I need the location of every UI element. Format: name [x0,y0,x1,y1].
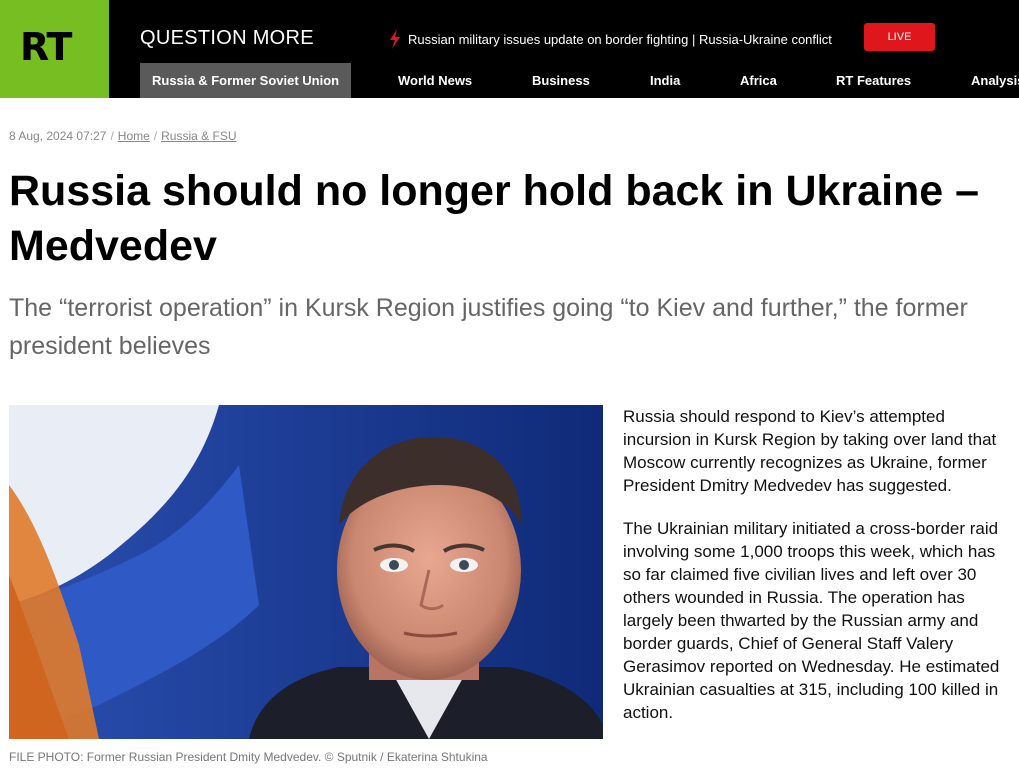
nav-item-africa[interactable]: Africa [740,63,777,98]
logo-text: RT [20,25,72,69]
nav-item-world-news[interactable]: World News [398,63,472,98]
article-photo[interactable] [9,405,603,739]
medvedev-photo [9,405,603,739]
nav-item-rt-features[interactable]: RT Features [836,63,911,98]
site-header: RT QUESTION MORE Russian military issues… [0,0,1019,98]
nav-item-russia-fsu[interactable]: Russia & Former Soviet Union [140,63,352,98]
nav-item-analysis[interactable]: Analysis [971,63,1019,98]
article-headline: Russia should no longer hold back in Ukr… [9,167,980,270]
publish-date: 8 Aug, 2024 07:27 [9,129,107,143]
breadcrumb-russia-fsu[interactable]: Russia & FSU [161,129,236,143]
breaking-news-link[interactable]: Russian military issues update on border… [388,29,832,49]
live-button[interactable]: LIVE [864,23,935,51]
breadcrumb-separator: / [110,129,114,143]
lightning-bolt-icon [390,29,400,49]
article-subheadline: The “terrorist operation” in Kursk Regio… [9,294,968,360]
breadcrumb-separator: / [153,129,158,143]
tagline: QUESTION MORE [140,27,314,49]
article-paragraph: The Ukrainian military initiated a cross… [623,519,1000,722]
breadcrumb: 8 Aug, 2024 07:27/Home / Russia & FSU [9,129,237,143]
article-body: Russia should respond to Kiev’s attempte… [623,405,1003,744]
photo-caption: FILE PHOTO: Former Russian President Dmi… [9,750,488,764]
rt-logo[interactable]: RT [0,0,109,98]
article-paragraph: Russia should respond to Kiev’s attempte… [623,407,997,495]
nav-item-india[interactable]: India [650,63,680,98]
breadcrumb-home[interactable]: Home [118,129,150,143]
breaking-news-text: Russian military issues update on border… [408,31,832,47]
nav-item-business[interactable]: Business [532,63,590,98]
